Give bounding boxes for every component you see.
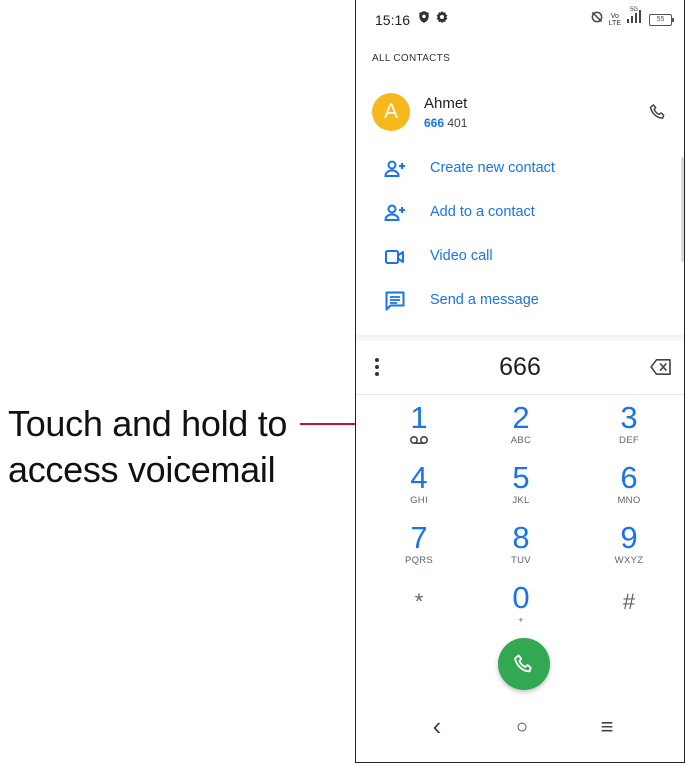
person-add-icon — [383, 201, 407, 225]
dial-key-6-letters: MNO — [617, 495, 641, 506]
dial-key-2[interactable]: 2 ABC — [468, 402, 574, 460]
dial-key-1-digit: 1 — [410, 400, 428, 435]
home-button[interactable]: ○ — [507, 712, 537, 742]
dial-key-9[interactable]: 9 WXYZ — [576, 522, 682, 580]
contact-row[interactable]: A Ahmet 666 401 — [356, 88, 684, 138]
message-icon — [383, 289, 407, 313]
gear-icon — [435, 10, 449, 29]
dial-key-4-letters: GHI — [410, 495, 428, 506]
dial-key-5-letters: JKL — [512, 495, 530, 506]
contact-number: 666 401 — [424, 116, 467, 130]
dial-key-8-letters: TUV — [511, 555, 531, 566]
create-new-contact-label: Create new contact — [430, 160, 555, 176]
battery-icon: 55 — [649, 13, 674, 26]
dial-key-7-digit: 7 — [410, 520, 428, 555]
back-button[interactable]: ‹ — [422, 712, 452, 742]
video-call-action[interactable]: Video call — [356, 237, 684, 277]
dialpad-separator — [356, 394, 684, 395]
recents-button[interactable]: ≡ — [592, 712, 622, 742]
volte-label-bottom: LTE — [608, 19, 621, 27]
status-left-icons — [417, 10, 449, 29]
dial-key-hash-symbol: # — [622, 589, 636, 614]
annotation-line-2: access voicemail — [8, 449, 276, 490]
navigation-bar: ‹ ○ ≡ — [356, 706, 684, 746]
status-time: 15:16 — [375, 12, 411, 28]
backspace-icon[interactable] — [650, 358, 672, 381]
scrollbar[interactable] — [681, 157, 684, 262]
volte-icon: Vo LTE — [609, 13, 621, 27]
dial-key-4[interactable]: 4 GHI — [366, 462, 472, 520]
dial-key-star[interactable]: * — [366, 582, 472, 640]
network-type-label: 5G — [630, 7, 639, 13]
dialpad-panel: 666 1 2 ABC 3 DEF 4 GHI 5 JKL 6 MNO 7 PQ… — [356, 341, 684, 762]
contact-name: Ahmet — [424, 95, 468, 112]
dialed-number-field[interactable]: 666 — [356, 353, 684, 382]
dial-key-0[interactable]: 0 + — [468, 582, 574, 640]
dial-key-2-letters: ABC — [510, 435, 532, 446]
contact-number-match: 666 — [424, 116, 445, 130]
signal-icon: 5G — [626, 7, 644, 29]
dial-key-8[interactable]: 8 TUV — [468, 522, 574, 580]
avatar: A — [372, 93, 410, 131]
call-button[interactable] — [498, 638, 550, 690]
dial-key-3[interactable]: 3 DEF — [576, 402, 682, 460]
send-message-label: Send a message — [430, 292, 539, 308]
dial-key-5-digit: 5 — [512, 460, 530, 495]
shield-icon — [417, 10, 431, 29]
dial-key-hash[interactable]: # — [576, 582, 682, 640]
phone-icon[interactable] — [648, 102, 668, 127]
video-call-label: Video call — [430, 248, 493, 264]
all-contacts-header: ALL CONTACTS — [372, 53, 451, 64]
voicemail-icon — [409, 435, 429, 445]
dial-key-3-digit: 3 — [620, 400, 638, 435]
volte-label-top: Vo — [610, 12, 619, 20]
annotation-line-1: Touch and hold to — [8, 403, 288, 444]
create-new-contact-action[interactable]: Create new contact — [356, 149, 684, 189]
phone-screen: 15:16 Vo LTE 5G 55 ALL CONTACTS A Ahmet … — [355, 0, 685, 763]
person-add-icon — [383, 157, 407, 181]
dial-key-star-symbol: * — [414, 589, 424, 614]
send-message-action[interactable]: Send a message — [356, 281, 684, 321]
add-to-contact-action[interactable]: Add to a contact — [356, 193, 684, 233]
dial-key-2-digit: 2 — [512, 400, 530, 435]
sync-off-icon — [590, 10, 604, 29]
dial-key-7[interactable]: 7 PQRS — [366, 522, 472, 580]
phone-icon — [514, 654, 532, 673]
status-bar: 15:16 Vo LTE 5G 55 — [356, 0, 684, 40]
dial-key-1[interactable]: 1 — [366, 402, 472, 460]
contact-number-rest: 401 — [444, 116, 468, 130]
dial-key-8-digit: 8 — [512, 520, 530, 555]
add-to-contact-label: Add to a contact — [430, 204, 535, 220]
dial-key-4-digit: 4 — [410, 460, 428, 495]
dial-key-5[interactable]: 5 JKL — [468, 462, 574, 520]
dial-key-7-letters: PQRS — [404, 555, 434, 566]
dial-key-3-letters: DEF — [619, 435, 639, 446]
status-right-icons: Vo LTE 5G 55 — [590, 7, 674, 29]
dial-key-6-digit: 6 — [620, 460, 638, 495]
dial-key-0-letters: + — [518, 615, 524, 626]
voicemail-annotation: Touch and hold to access voicemail — [8, 401, 287, 493]
dial-key-0-digit: 0 — [512, 580, 530, 615]
dial-key-6[interactable]: 6 MNO — [576, 462, 682, 520]
dial-key-9-letters: WXYZ — [614, 555, 644, 566]
video-call-icon — [383, 245, 407, 269]
dial-key-9-digit: 9 — [620, 520, 638, 555]
